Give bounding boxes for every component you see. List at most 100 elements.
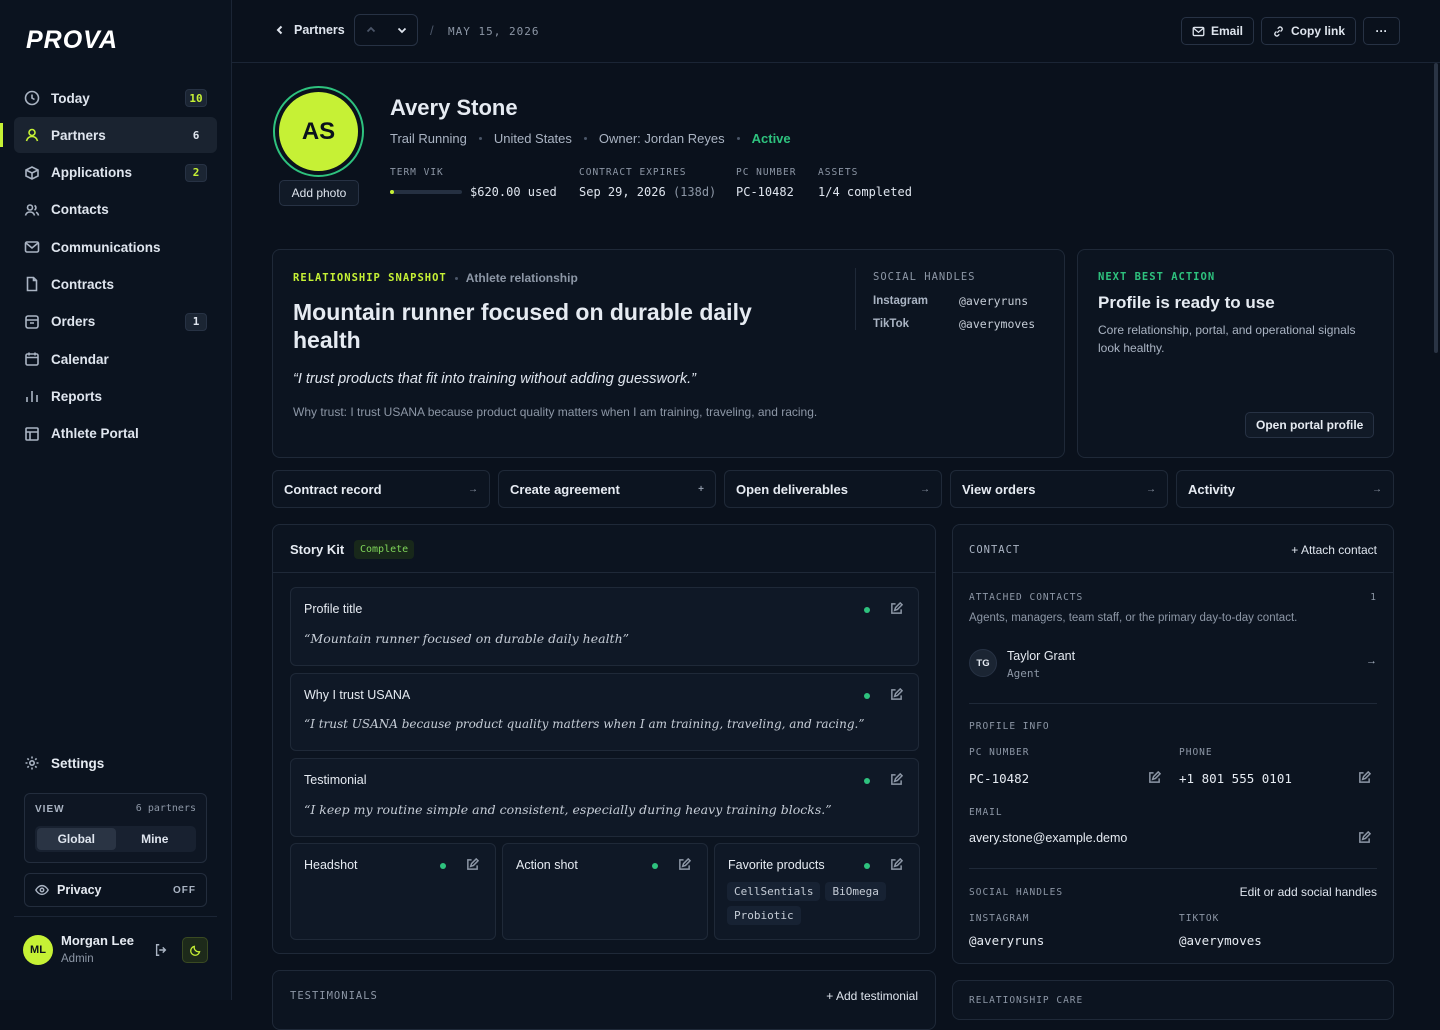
edit-icon[interactable] xyxy=(1358,771,1371,784)
sidebar-item-label: Athlete Portal xyxy=(51,426,139,442)
profile-meta: Trail Running United States Owner: Jorda… xyxy=(390,131,791,146)
add-photo-button[interactable]: Add photo xyxy=(279,180,359,206)
snapshot-subtitle: Athlete relationship xyxy=(465,271,578,285)
arrow-right-icon[interactable]: → xyxy=(1366,655,1377,667)
breadcrumb: Partners xyxy=(294,23,345,37)
asset-action-shot[interactable]: Action shot xyxy=(502,843,708,940)
settings-link[interactable]: Settings xyxy=(24,755,104,771)
sidebar-item-label: Calendar xyxy=(51,351,109,367)
social-platform: TikTok xyxy=(873,318,909,330)
profile-avatar[interactable]: AS xyxy=(273,86,364,177)
field-value: “I keep my routine simple and consistent… xyxy=(304,802,832,817)
instagram-value[interactable]: @averyruns xyxy=(969,933,1044,948)
social-handle[interactable]: @averymoves xyxy=(959,317,1035,331)
social-handles-title: SOCIAL HANDLES xyxy=(873,271,976,283)
current-date: MAY 15, 2026 xyxy=(448,25,540,38)
relationship-care-title: RELATIONSHIP CARE xyxy=(969,995,1084,1006)
assets-stat: ASSETS 1/4 completed xyxy=(818,167,912,199)
attach-contact-button[interactable]: + Attach contact xyxy=(1291,543,1377,557)
more-options-button[interactable]: ··· xyxy=(1363,17,1400,45)
moon-icon xyxy=(189,945,200,956)
contact-name[interactable]: Taylor Grant xyxy=(1007,649,1075,663)
next-best-action-card: NEXT BEST ACTION Profile is ready to use… xyxy=(1077,249,1394,458)
edit-social-handles-button[interactable]: Edit or add social handles xyxy=(1240,885,1377,899)
edit-icon[interactable] xyxy=(890,688,903,701)
sidebar-item-calendar[interactable]: Calendar xyxy=(14,341,217,377)
sidebar-item-contracts[interactable]: Contracts xyxy=(14,266,217,302)
logout-icon[interactable] xyxy=(154,943,168,957)
mail-icon xyxy=(1192,26,1205,36)
product-chip: Probiotic xyxy=(727,906,801,925)
edit-icon[interactable] xyxy=(466,858,479,871)
complete-status-dot xyxy=(864,693,870,699)
contract-record-button[interactable]: Contract record → xyxy=(272,470,490,508)
story-field-why-trust[interactable]: Why I trust USANA “I trust USANA because… xyxy=(290,673,919,751)
sidebar-item-partners[interactable]: Partners 6 xyxy=(0,117,217,154)
privacy-toggle[interactable]: Privacy OFF xyxy=(24,873,207,907)
action-label: View orders xyxy=(962,481,1036,497)
story-field-testimonial[interactable]: Testimonial “I keep my routine simple an… xyxy=(290,758,919,837)
profile-info-label: PROFILE INFO xyxy=(969,721,1050,732)
owner: Owner: Jordan Reyes xyxy=(598,131,725,146)
product-chip: BiOmega xyxy=(825,882,886,901)
view-option-mine[interactable]: Mine xyxy=(116,828,195,850)
sidebar-item-orders[interactable]: Orders 1 xyxy=(14,304,217,340)
field-value: “I trust USANA because product quality m… xyxy=(304,717,865,731)
separator-dot xyxy=(736,137,740,140)
edit-icon[interactable] xyxy=(890,773,903,786)
theme-toggle[interactable] xyxy=(182,937,208,963)
edit-icon[interactable] xyxy=(678,858,691,871)
sidebar-item-today[interactable]: Today 10 xyxy=(14,80,217,116)
stat-label: PC NUMBER xyxy=(736,167,797,178)
tiktok-value[interactable]: @averymoves xyxy=(1179,933,1262,948)
field-title: Action shot xyxy=(516,858,578,872)
previous-record-button[interactable] xyxy=(355,15,386,45)
complete-status-dot xyxy=(864,607,870,613)
sidebar-item-athlete-portal[interactable]: Athlete Portal xyxy=(14,416,217,452)
open-portal-profile-button[interactable]: Open portal profile xyxy=(1245,412,1375,438)
open-deliverables-button[interactable]: Open deliverables → xyxy=(724,470,942,508)
arrow-right-icon: → xyxy=(468,483,478,495)
sidebar-item-label: Orders xyxy=(51,314,96,330)
copy-link-button[interactable]: Copy link xyxy=(1261,17,1357,45)
mail-icon xyxy=(24,241,40,253)
add-testimonial-button[interactable]: + Add testimonial xyxy=(826,989,918,1003)
sidebar: PROVA Today 10 Partners 6 Applications 2… xyxy=(0,0,232,1000)
user-profile: ML Morgan Lee Admin xyxy=(14,916,217,986)
back-to-partners[interactable]: Partners xyxy=(274,23,345,37)
complete-status-dot xyxy=(864,863,870,869)
story-field-profile-title[interactable]: Profile title “Mountain runner focused o… xyxy=(290,587,919,666)
email-label: Email xyxy=(1211,24,1244,38)
scrollbar[interactable] xyxy=(1434,63,1438,353)
edit-icon[interactable] xyxy=(1148,771,1161,784)
asset-headshot[interactable]: Headshot xyxy=(290,843,496,940)
sidebar-nav: Today 10 Partners 6 Applications 2 Conta… xyxy=(0,80,217,453)
view-switcher: VIEW 6 partners Global Mine xyxy=(24,793,207,863)
view-option-global[interactable]: Global xyxy=(37,828,116,850)
sidebar-item-contacts[interactable]: Contacts xyxy=(14,192,217,228)
document-icon xyxy=(26,277,38,292)
avatar[interactable]: ML xyxy=(23,935,53,965)
next-action-body: Core relationship, portal, and operation… xyxy=(1098,323,1356,355)
activity-button[interactable]: Activity → xyxy=(1176,470,1394,508)
plus-icon: + xyxy=(698,483,704,495)
sidebar-item-applications[interactable]: Applications 2 xyxy=(14,155,217,191)
create-agreement-button[interactable]: Create agreement + xyxy=(498,470,716,508)
social-handle[interactable]: @averyruns xyxy=(959,294,1028,308)
stat-label: ASSETS xyxy=(818,167,859,178)
testimonials-title: TESTIMONIALS xyxy=(290,990,378,1002)
view-orders-button[interactable]: View orders → xyxy=(950,470,1168,508)
asset-favorite-products[interactable]: Favorite products CellSentials BiOmega Pro… xyxy=(714,843,920,940)
app-logo[interactable]: PROVA xyxy=(26,26,118,55)
next-record-button[interactable] xyxy=(386,15,417,45)
sidebar-item-reports[interactable]: Reports xyxy=(14,378,217,414)
sidebar-item-label: Contacts xyxy=(51,202,109,218)
edit-icon[interactable] xyxy=(1358,831,1371,844)
edit-icon[interactable] xyxy=(890,602,903,615)
stat-value: $620.00 used xyxy=(470,185,557,199)
email-button[interactable]: Email xyxy=(1181,17,1255,45)
divider xyxy=(969,868,1377,869)
sidebar-item-communications[interactable]: Communications xyxy=(14,229,217,265)
edit-icon[interactable] xyxy=(890,858,903,871)
user-role: Admin xyxy=(61,953,94,965)
